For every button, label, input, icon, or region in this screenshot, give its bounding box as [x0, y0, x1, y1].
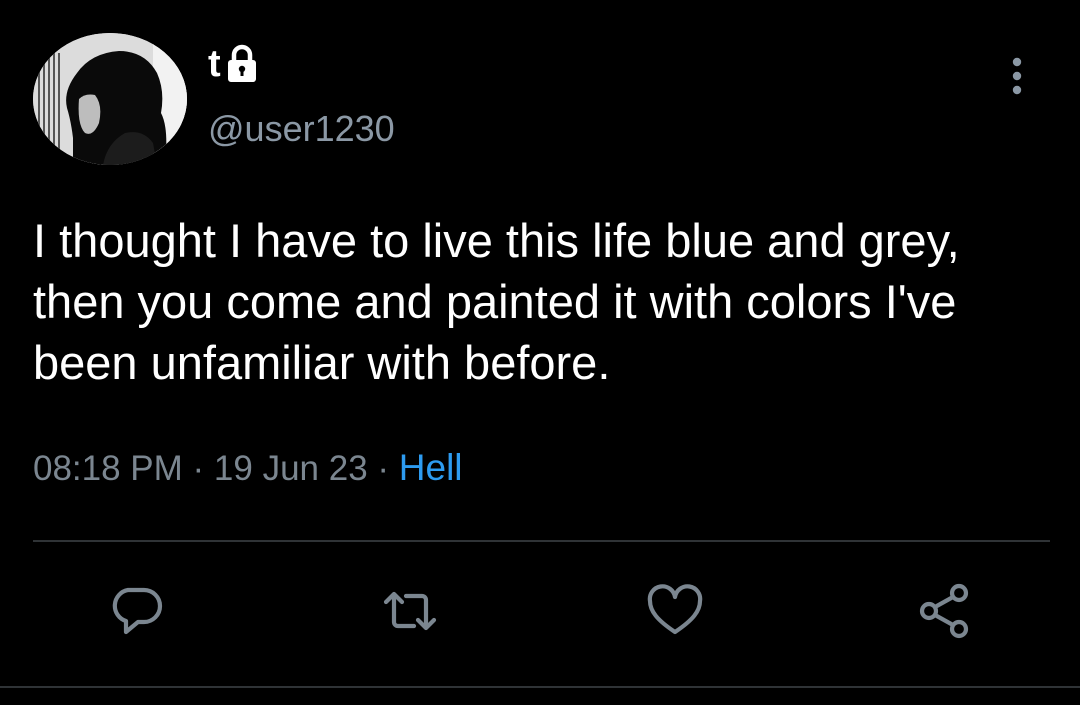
reply-button[interactable]: [107, 585, 167, 641]
like-button[interactable]: [645, 583, 705, 643]
retweet-icon: [380, 584, 440, 643]
tweet-time: 08:18 PM: [33, 449, 183, 488]
tweet-meta: 08:18 PM · 19 Jun 23 · Hell: [33, 446, 463, 491]
more-options-icon[interactable]: [1001, 55, 1033, 97]
divider: [33, 540, 1050, 542]
retweet-button[interactable]: [380, 585, 440, 641]
lock-icon: [225, 44, 259, 84]
avatar-photo: [33, 33, 187, 165]
tweet-source-link[interactable]: Hell: [399, 447, 463, 488]
meta-separator: ·: [367, 449, 399, 488]
share-button[interactable]: [915, 583, 975, 644]
tweet-detail: t @user1230 I thought I have to live thi…: [0, 0, 1080, 705]
meta-separator: ·: [182, 449, 214, 488]
divider: [0, 686, 1080, 688]
tweet-actions: [0, 583, 1080, 644]
display-name[interactable]: t: [208, 45, 221, 83]
user-handle[interactable]: @user1230: [208, 111, 395, 147]
share-icon: [915, 583, 975, 644]
reply-icon: [108, 584, 166, 643]
tweet-text: I thought I have to live this life blue …: [33, 214, 960, 389]
heart-icon: [645, 583, 705, 643]
tweet-date: 19 Jun 23: [213, 449, 368, 488]
name-row: t: [208, 42, 259, 86]
avatar[interactable]: [33, 33, 187, 165]
